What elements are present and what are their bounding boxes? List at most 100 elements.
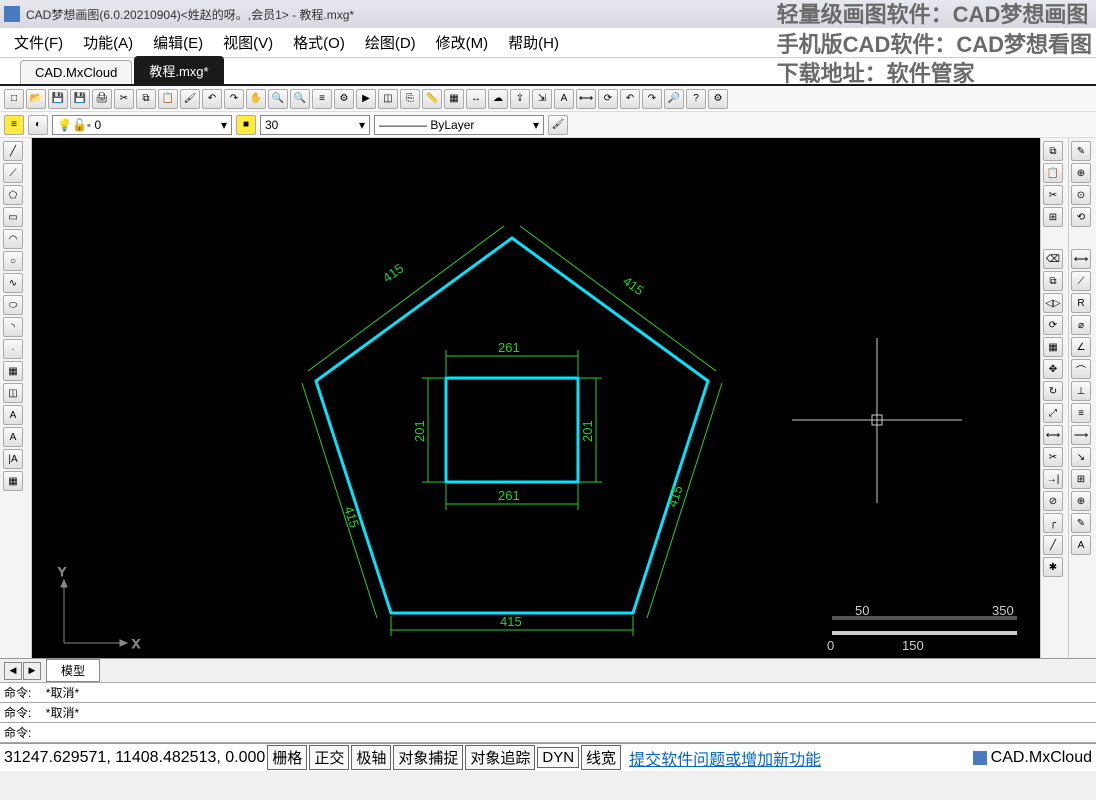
tab-prev-icon[interactable]: ◀ [4,662,22,680]
menu-file[interactable]: 文件(F) [4,28,73,57]
menu-function[interactable]: 功能(A) [73,28,143,57]
dim-baseline-icon[interactable]: ≡ [1071,403,1091,423]
tolerance-icon[interactable]: ⊞ [1071,469,1091,489]
paste-tool-icon[interactable]: 📋 [1043,163,1063,183]
block-icon[interactable]: ◫ [378,89,398,109]
layer-combo[interactable]: 💡🔓▪ 0▾ [52,115,232,135]
pline-icon[interactable]: ⟋ [3,163,23,183]
copy-tool-icon[interactable]: ⧉ [1043,141,1063,161]
chamfer-icon[interactable]: ╱ [1043,535,1063,555]
redo-icon[interactable]: ↷ [224,89,244,109]
style-icon[interactable]: A [554,89,574,109]
drawing-canvas[interactable]: 415 415 415 415 415 [32,138,1040,658]
new-icon[interactable]: □ [4,89,24,109]
redo2-icon[interactable]: ↷ [642,89,662,109]
array-icon[interactable]: ▦ [1043,337,1063,357]
menu-view[interactable]: 视图(V) [213,28,283,57]
props-icon[interactable]: ⚙ [334,89,354,109]
spline-icon[interactable]: ∿ [3,273,23,293]
save-icon[interactable]: 💾 [48,89,68,109]
rotate-icon[interactable]: ↻ [1043,381,1063,401]
undo-icon[interactable]: ↶ [202,89,222,109]
measure-icon[interactable]: 📏 [422,89,442,109]
point-icon[interactable]: · [3,339,23,359]
help-icon[interactable]: ? [686,89,706,109]
saveas-icon[interactable]: 💾 [70,89,90,109]
layer-manager-icon[interactable]: ≡ [4,115,24,135]
break-icon[interactable]: ⊘ [1043,491,1063,511]
rectangle-icon[interactable]: ▭ [3,207,23,227]
dim-arc-icon[interactable]: ⌒ [1071,359,1091,379]
stretch-icon[interactable]: ⟷ [1043,425,1063,445]
export-icon[interactable]: ⇲ [532,89,552,109]
window-tool-icon[interactable]: ⊞ [1043,207,1063,227]
insert-icon[interactable]: ⎘ [400,89,420,109]
undo2-icon[interactable]: ↶ [620,89,640,109]
color-icon[interactable]: ■ [236,115,256,135]
menu-draw[interactable]: 绘图(D) [355,28,426,57]
cloud-icon[interactable]: ☁ [488,89,508,109]
otrack-toggle[interactable]: 对象追踪 [465,745,535,770]
dim-ordinate-icon[interactable]: ⊥ [1071,381,1091,401]
edit-icon[interactable]: ✎ [1071,141,1091,161]
polar-toggle[interactable]: 极轴 [351,745,391,770]
ortho-toggle[interactable]: 正交 [309,745,349,770]
model-tab[interactable]: 模型 [46,659,100,682]
tab-next-icon[interactable]: ▶ [23,662,41,680]
tab-cloud[interactable]: CAD.MxCloud [20,60,132,84]
scale-icon[interactable]: ⤢ [1043,403,1063,423]
find-icon[interactable]: 🔎 [664,89,684,109]
zoom-icon[interactable]: 🔍 [268,89,288,109]
tab-tutorial[interactable]: 教程.mxg* [134,56,223,84]
menu-help[interactable]: 帮助(H) [498,28,569,57]
arc-icon[interactable]: ◠ [3,229,23,249]
erase-icon[interactable]: ⌫ [1043,249,1063,269]
menu-format[interactable]: 格式(O) [283,28,355,57]
match-icon[interactable]: 🖌 [180,89,200,109]
dim-diameter-icon[interactable]: ⌀ [1071,315,1091,335]
pan-icon[interactable]: ✋ [246,89,266,109]
dim-radius-icon[interactable]: R [1071,293,1091,313]
copy2-icon[interactable]: ⧉ [1043,271,1063,291]
osnap-toggle[interactable]: 对象捕捉 [393,745,463,770]
refresh-icon[interactable]: ⟳ [598,89,618,109]
offset-icon[interactable]: ⟳ [1043,315,1063,335]
leader-icon[interactable]: ↘ [1071,447,1091,467]
zoom-prev-icon[interactable]: 🔍 [290,89,310,109]
mtext2-icon[interactable]: |A [3,449,23,469]
dim-linear-icon[interactable]: ⟷ [1071,249,1091,269]
regen-icon[interactable]: ⟲ [1071,207,1091,227]
linetype-combo[interactable]: ———— ByLayer▾ [374,115,544,135]
explode-icon[interactable]: ✱ [1043,557,1063,577]
feedback-link[interactable]: 提交软件问题或增加新功能 [629,746,821,770]
layers-icon[interactable]: ≡ [312,89,332,109]
ellipse-icon[interactable]: ⬭ [3,295,23,315]
cut-icon[interactable]: ✂ [114,89,134,109]
menu-edit[interactable]: 编辑(E) [143,28,213,57]
paste-icon[interactable]: 📋 [158,89,178,109]
mirror-icon[interactable]: ◁▷ [1043,293,1063,313]
area-icon[interactable]: ▦ [444,89,464,109]
lwt-toggle[interactable]: 线宽 [581,745,621,770]
polygon-icon[interactable]: ⬠ [3,185,23,205]
hatch-icon[interactable]: ▦ [3,361,23,381]
grid-toggle[interactable]: 栅格 [267,745,307,770]
center-icon[interactable]: ⊕ [1071,491,1091,511]
ellipse-arc-icon[interactable]: ◝ [3,317,23,337]
run-icon[interactable]: ▶ [356,89,376,109]
block-insert-icon[interactable]: ▦ [3,471,23,491]
dim-angular-icon[interactable]: ∠ [1071,337,1091,357]
brush-icon[interactable]: 🖌 [548,115,568,135]
move-icon[interactable]: ✥ [1043,359,1063,379]
zoom-ext-icon[interactable]: ⊕ [1071,163,1091,183]
menu-modify[interactable]: 修改(M) [426,28,499,57]
dist-icon[interactable]: ↔ [466,89,486,109]
dim-style-icon[interactable]: A [1071,535,1091,555]
layer-state-icon[interactable]: ◐ [28,115,48,135]
line-icon[interactable]: ╱ [3,141,23,161]
lineweight-combo[interactable]: 30▾ [260,115,370,135]
mtext-icon[interactable]: A [3,427,23,447]
extend-icon[interactable]: →| [1043,469,1063,489]
dyn-toggle[interactable]: DYN [537,747,579,768]
dim-continue-icon[interactable]: ⟶ [1071,425,1091,445]
